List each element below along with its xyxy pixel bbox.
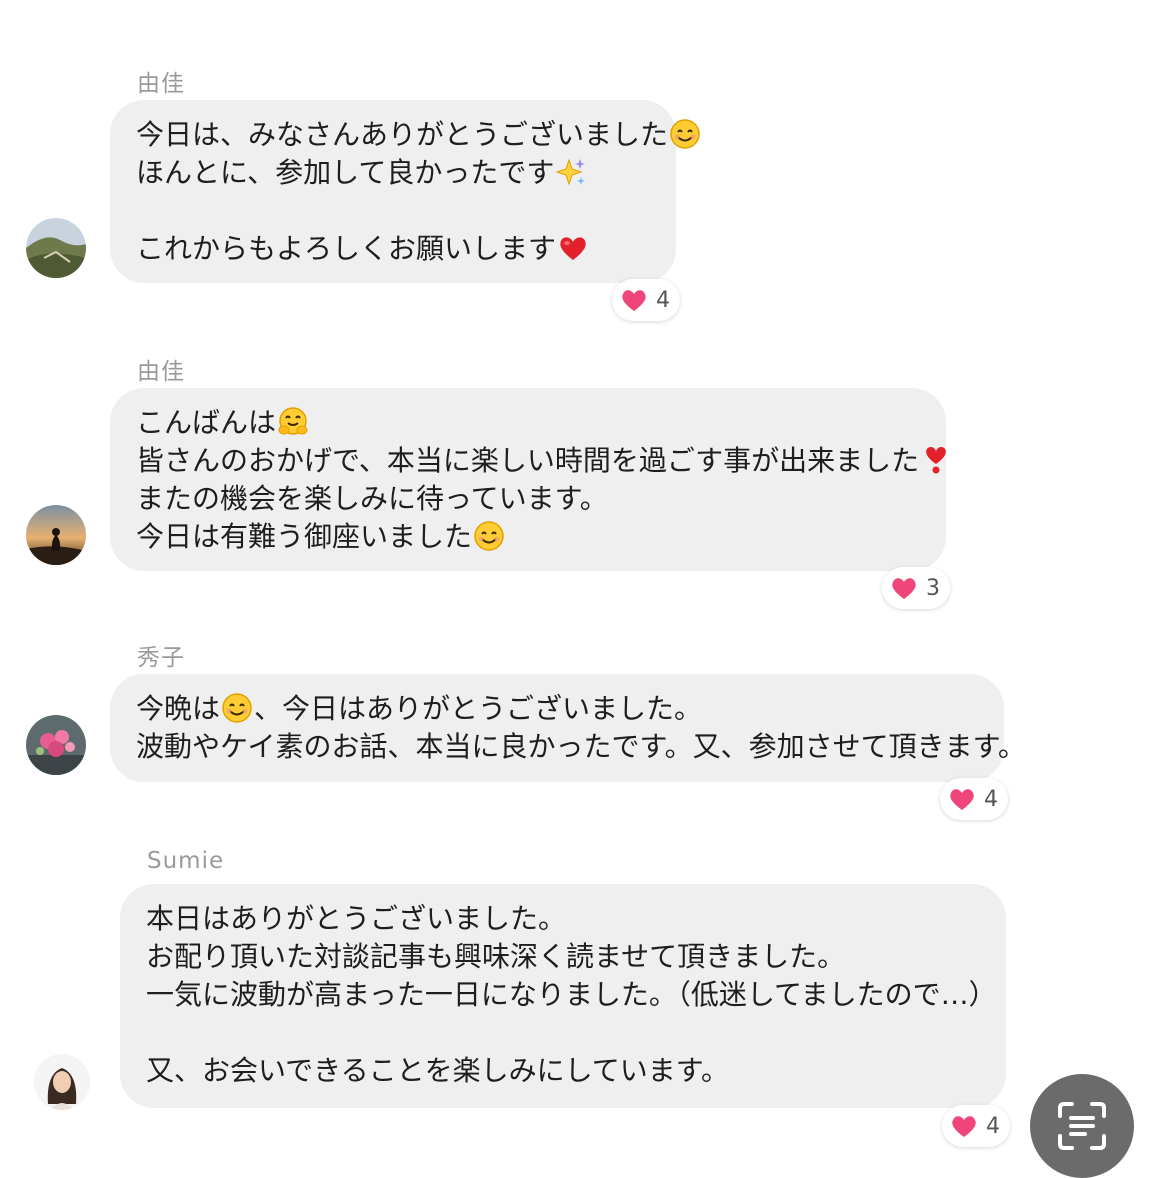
message-bubble[interactable]: こんばんは 皆さんのおかげで、本当に楽しい時間を過ごす事が出来ました またの機会… — [110, 388, 947, 571]
reaction-badge[interactable]: 4 — [940, 778, 1008, 820]
red-heart-icon — [560, 237, 586, 260]
message-bubble[interactable]: 今日は、みなさんありがとうございました ほんとに、参加して良かったです これから… — [110, 100, 700, 283]
heart-exclamation-icon — [926, 446, 947, 474]
message-line: こんばんは — [136, 404, 920, 442]
reaction-badge[interactable]: 4 — [612, 279, 680, 321]
message-line: 皆さんのおかげで、本当に楽しい時間を過ごす事が出来ました — [136, 442, 947, 480]
hugging-face-icon — [278, 407, 308, 435]
reaction-count: 4 — [986, 1113, 1000, 1139]
reaction-badge[interactable]: 3 — [882, 567, 950, 609]
message-line: ほんとに、参加して良かったです — [136, 154, 650, 192]
message-line: 又、お会いできることを楽しみにしています。 — [146, 1054, 729, 1087]
pink-heart-icon — [892, 578, 916, 599]
reaction-count: 4 — [656, 287, 670, 313]
sender-name: 秀子 — [137, 645, 185, 671]
message-bubble[interactable]: 本日はありがとうございました。 お配り頂いた対談記事も興味深く読ませて頂きました… — [120, 884, 1006, 1108]
message-line — [136, 192, 650, 230]
reaction-count: 4 — [984, 786, 998, 812]
message-line: 本日はありがとうございました。 — [146, 902, 567, 935]
message-line: 波動やケイ素のお話、本当に良かったです。又、参加させて頂きます。 — [136, 730, 1026, 763]
reaction-count: 3 — [926, 575, 940, 601]
message-line: 今日は有難う御座いました — [136, 518, 920, 556]
smiling-face-icon — [222, 693, 252, 723]
scan-text-icon — [1058, 1102, 1106, 1150]
message-line: これからもよろしくお願いします — [136, 230, 650, 268]
message-line: 一気に波動が高まった一日になりました。（低迷してましたので…） — [146, 978, 997, 1011]
mountain-landscape-avatar[interactable] — [26, 218, 86, 278]
scan-text-button[interactable] — [1030, 1074, 1134, 1178]
smiling-face-icon — [474, 521, 504, 551]
message-line: お配り頂いた対談記事も興味深く読ませて頂きました。 — [146, 940, 846, 973]
pink-heart-icon — [952, 1116, 976, 1137]
message-line — [146, 1014, 980, 1052]
sender-name: 由佳 — [137, 71, 185, 97]
sparkles-icon — [555, 158, 586, 186]
woman-portrait-avatar[interactable] — [34, 1054, 90, 1110]
pink-heart-icon — [950, 789, 974, 810]
message-bubble[interactable]: 今晩は 、今日はありがとうございました。 波動やケイ素のお話、本当に良かったです。… — [110, 674, 1026, 782]
sender-name: Sumie — [147, 848, 225, 874]
pink-flowers-avatar[interactable] — [26, 715, 86, 775]
sender-name: 由佳 — [137, 359, 185, 385]
message-line: 今晩は 、今日はありがとうございました。 — [136, 692, 703, 725]
message-line: 今日は、みなさんありがとうございました — [136, 116, 700, 154]
pink-heart-icon — [622, 290, 646, 311]
reaction-badge[interactable]: 4 — [942, 1105, 1010, 1147]
smiling-face-icon — [670, 119, 700, 149]
message-line: またの機会を楽しみに待っています。 — [136, 482, 608, 515]
sunset-silhouette-avatar[interactable] — [26, 505, 86, 565]
